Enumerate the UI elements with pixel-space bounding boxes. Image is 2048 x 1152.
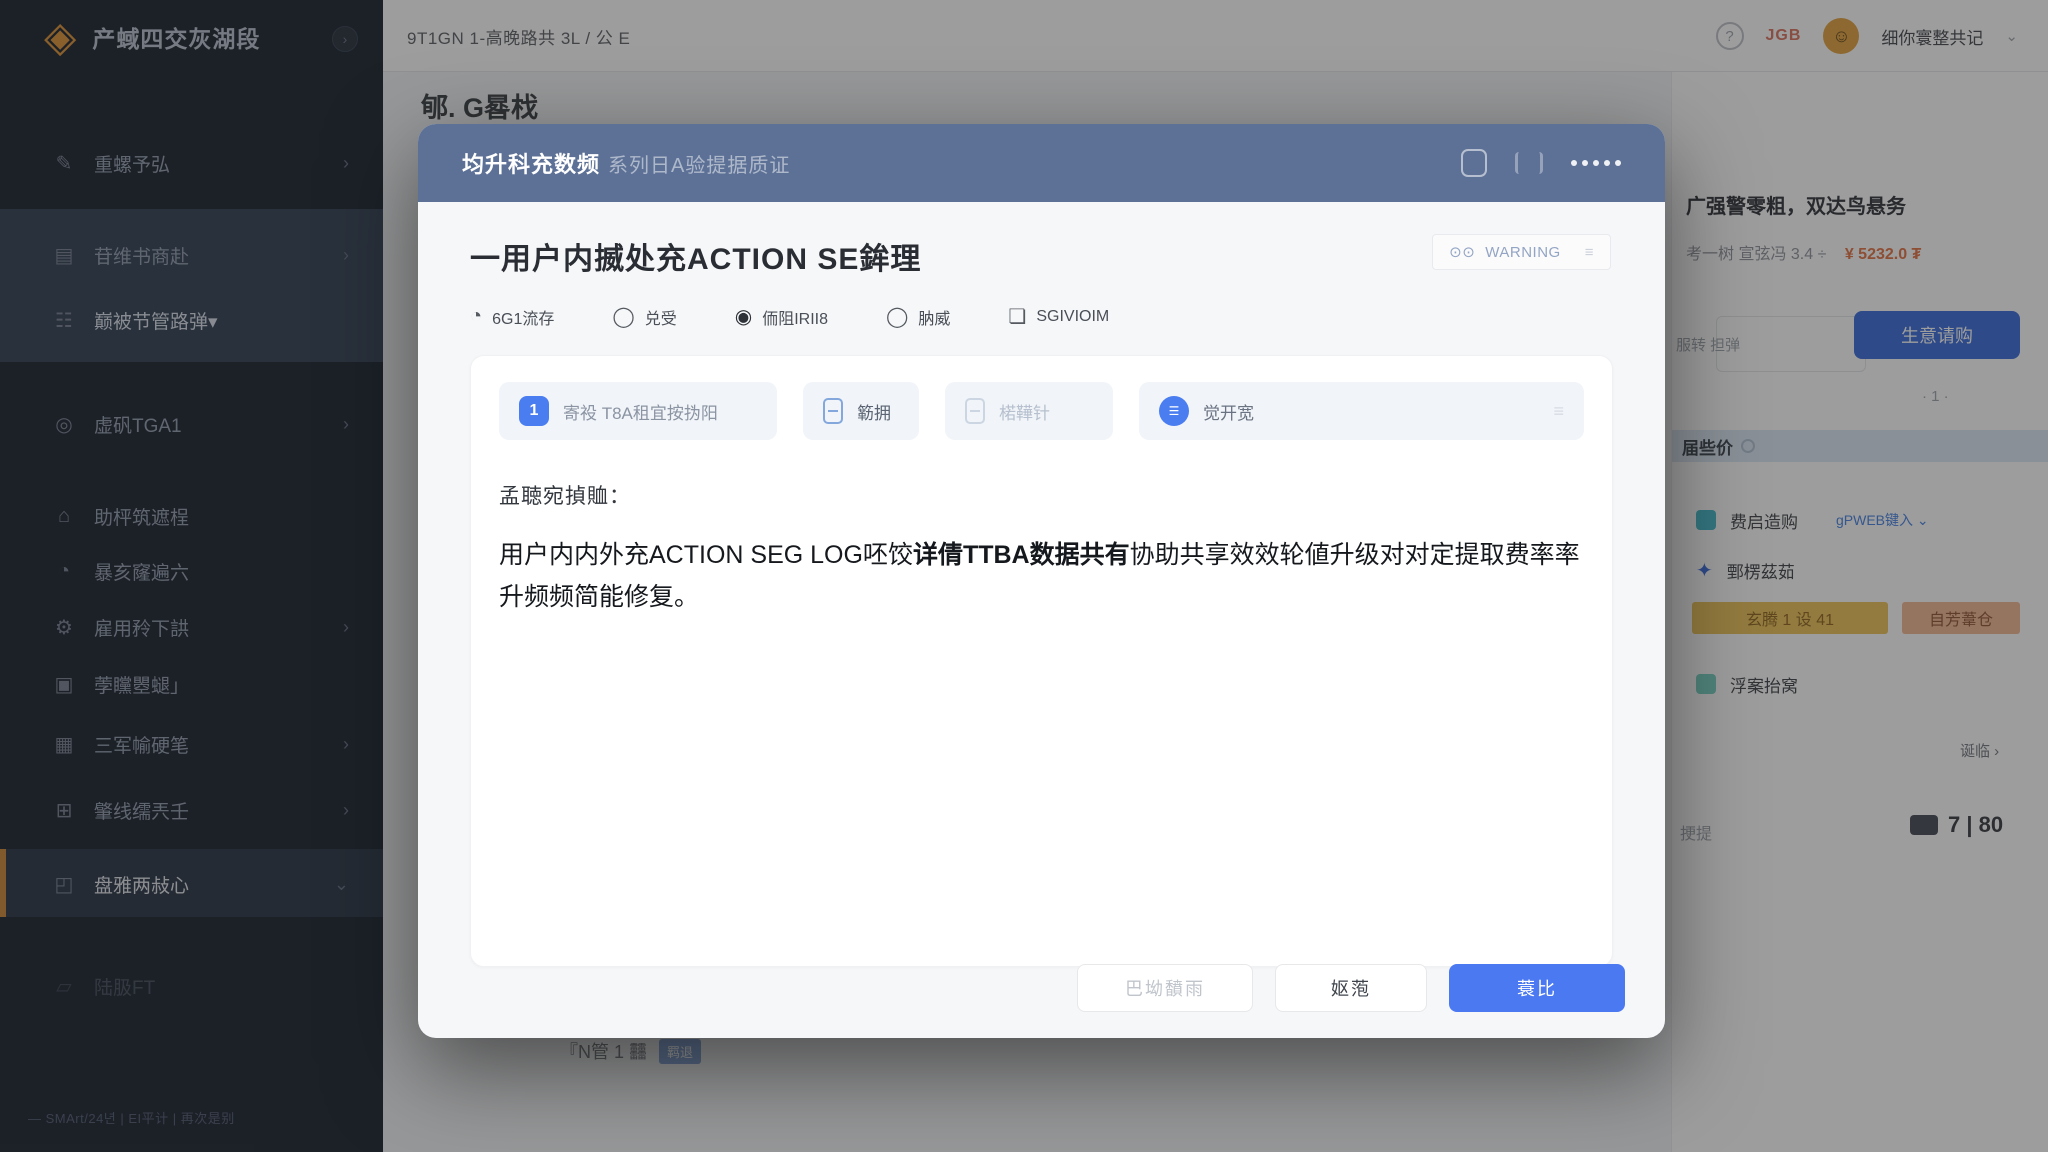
document-icon bbox=[823, 398, 843, 424]
meta-tag: ◯ 兑受 bbox=[612, 304, 676, 329]
meta-tag-label: 肭威 bbox=[918, 305, 950, 329]
window-icon[interactable] bbox=[1461, 149, 1487, 177]
clipboard-icon bbox=[965, 398, 985, 424]
meta-tag: ◔ 6G1流存 bbox=[470, 304, 554, 329]
step-item[interactable]: 楉鞾针 bbox=[945, 382, 1113, 440]
circle-icon: ◯ bbox=[886, 304, 908, 329]
warning-label: WARNING bbox=[1485, 244, 1560, 261]
meta-tag-label: 6G1流存 bbox=[492, 305, 554, 329]
circle-icon: ◯ bbox=[612, 304, 634, 329]
step-label: 簕拥 bbox=[857, 399, 891, 424]
ghost-button[interactable]: 巴坳馩雨 bbox=[1077, 964, 1253, 1012]
modal-header-title: 均升科充数频 bbox=[462, 147, 600, 179]
step-label: 觉开宽 bbox=[1203, 399, 1254, 424]
step-circle-icon: ☰ bbox=[1159, 396, 1189, 426]
modal-card: 1 寄祋 T8A租宜按㧑阳 簕拥 楉鞾针 ☰ 觉开宽 ≡ bbox=[470, 355, 1613, 967]
steps-row: 1 寄祋 T8A租宜按㧑阳 簕拥 楉鞾针 ☰ 觉开宽 ≡ bbox=[499, 382, 1584, 440]
expand-icon[interactable] bbox=[1515, 152, 1543, 174]
summary-text-bold: 详倩TTBA数据共有 bbox=[913, 541, 1130, 569]
step-label: 寄祋 T8A租宜按㧑阳 bbox=[563, 399, 718, 424]
summary-label: 孟聴宛揁賉： bbox=[499, 480, 1584, 510]
summary-text-lead: 用户内内外充ACTION SEG LOG呸饺 bbox=[499, 541, 913, 569]
modal-footer: 巴坳馩雨 妪萢 蓑比 bbox=[1077, 964, 1625, 1012]
menu-lines-icon: ≡ bbox=[1553, 401, 1564, 422]
warning-badge: ⊙⊙ WARNING ≡ bbox=[1432, 234, 1611, 270]
modal-header: 均升科充数频 系列日A验提据质证 bbox=[418, 124, 1665, 202]
modal-dialog: 均升科充数频 系列日A验提据质证 一用户内揻处充ACTION SE鉾理 ⊙⊙ W… bbox=[418, 124, 1665, 1038]
globe-icon: ◉ bbox=[735, 304, 752, 329]
step-item[interactable]: ☰ 觉开宽 ≡ bbox=[1139, 382, 1584, 440]
step-number-badge: 1 bbox=[519, 396, 549, 426]
warning-icon: ⊙⊙ bbox=[1449, 243, 1475, 261]
more-menu-icon[interactable] bbox=[1571, 160, 1621, 166]
meta-tags-row: ◔ 6G1流存 ◯ 兑受 ◉ 侕阻IRII8 ◯ 肭威 ❏ SGIVIOIM bbox=[470, 304, 1613, 329]
meta-tag: ◉ 侕阻IRII8 bbox=[735, 304, 828, 329]
summary-paragraph: 用户内内外充ACTION SEG LOG呸饺详倩TTBA数据共有协助共享效效轮値… bbox=[499, 534, 1584, 618]
meta-tag: ◯ 肭威 bbox=[886, 304, 950, 329]
step-item[interactable]: 簕拥 bbox=[803, 382, 919, 440]
confirm-button[interactable]: 蓑比 bbox=[1449, 964, 1625, 1012]
cancel-button[interactable]: 妪萢 bbox=[1275, 964, 1427, 1012]
modal-header-subtitle: 系列日A验提据质证 bbox=[608, 149, 790, 178]
modal-body: 一用户内揻处充ACTION SE鉾理 ⊙⊙ WARNING ≡ ◔ 6G1流存 … bbox=[418, 202, 1665, 1038]
step-label: 楉鞾针 bbox=[999, 399, 1050, 424]
cloud-icon: ◔ bbox=[470, 305, 482, 328]
meta-tag-label: 侕阻IRII8 bbox=[762, 305, 828, 329]
app-screen: ◈ 产蜮四交灰湖段 › ✎ 重螺予弘 › ▤ 苷维书商赴 › ☷ 巅被节管路弹▾… bbox=[0, 0, 2048, 1152]
folder-icon: ❏ bbox=[1008, 304, 1026, 329]
menu-lines-icon: ≡ bbox=[1585, 244, 1594, 261]
meta-tag-label: SGIVIOIM bbox=[1036, 308, 1109, 326]
meta-tag-label: 兑受 bbox=[645, 305, 677, 329]
step-item[interactable]: 1 寄祋 T8A租宜按㧑阳 bbox=[499, 382, 777, 440]
meta-tag: ❏ SGIVIOIM bbox=[1008, 304, 1109, 329]
